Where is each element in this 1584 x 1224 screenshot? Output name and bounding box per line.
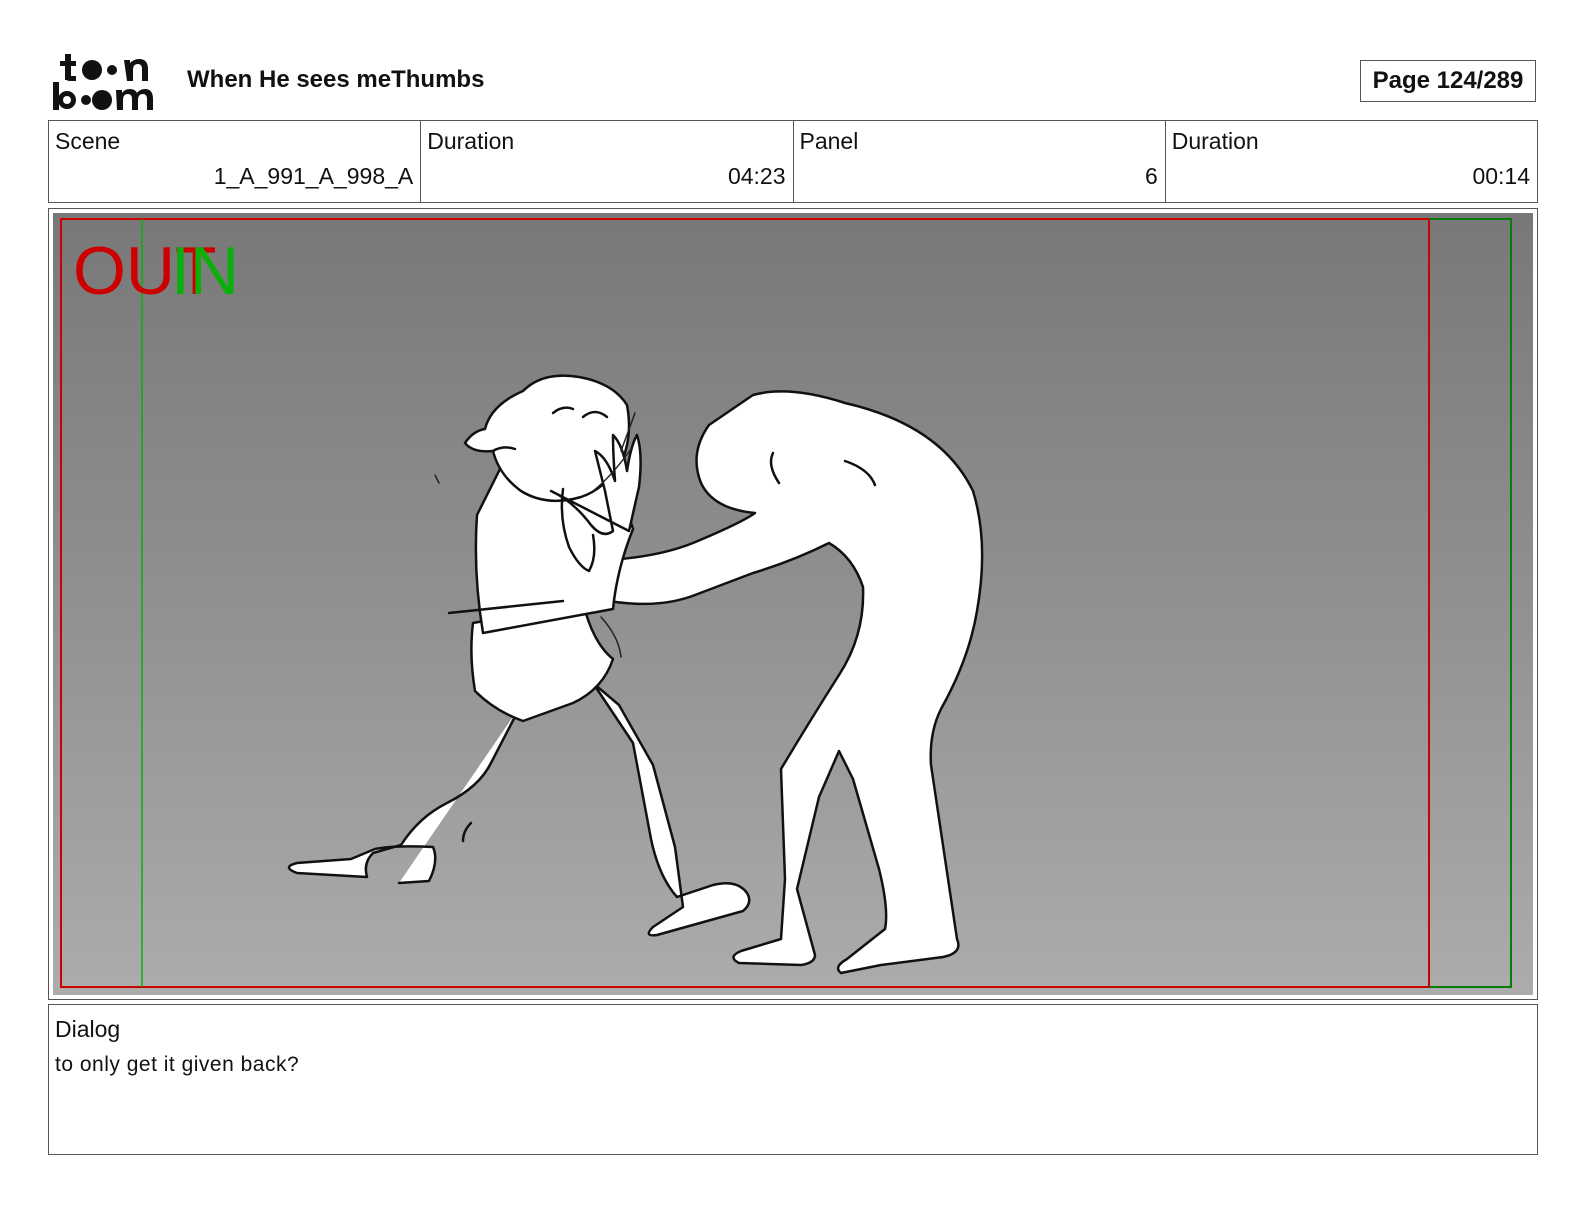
panel-duration-value: 00:14 <box>1472 163 1530 189</box>
panel-value: 6 <box>1144 163 1158 189</box>
panel-drawing: OUT IN <box>53 213 1533 995</box>
scene-label: Scene <box>55 128 121 154</box>
page-indicator: Page 124/289 <box>1360 60 1536 102</box>
scene-cell: Scene 1_A_991_A_998_A <box>49 121 422 202</box>
scene-info-table: Scene 1_A_991_A_998_A Duration 04:23 Pan… <box>48 120 1538 203</box>
scene-duration-label: Duration <box>427 128 515 154</box>
document-title: When He sees meThumbs <box>187 66 485 93</box>
dialog-box: Dialog to only get it given back? <box>48 1004 1538 1155</box>
panel-label: Panel <box>799 128 859 154</box>
scene-duration-value: 04:23 <box>727 163 786 189</box>
dialog-text: to only get it given back? <box>55 1053 300 1076</box>
panel-cell: Panel 6 <box>794 121 1166 202</box>
out-camera-frame <box>60 218 1430 988</box>
scene-duration-cell: Duration 04:23 <box>421 121 794 202</box>
toon-boom-logo <box>52 52 164 112</box>
panel-sketch <box>60 218 1512 988</box>
dialog-label: Dialog <box>55 1016 121 1042</box>
in-camera-frame-right <box>1429 218 1512 988</box>
panel-duration-cell: Duration 00:14 <box>1166 121 1537 202</box>
old-man-sketch <box>287 374 751 937</box>
storyboard-panel: OUT IN <box>48 208 1538 1000</box>
panel-duration-label: Duration <box>1171 128 1259 154</box>
in-frame-label: IN <box>171 233 239 309</box>
scene-value: 1_A_991_A_998_A <box>213 163 414 189</box>
